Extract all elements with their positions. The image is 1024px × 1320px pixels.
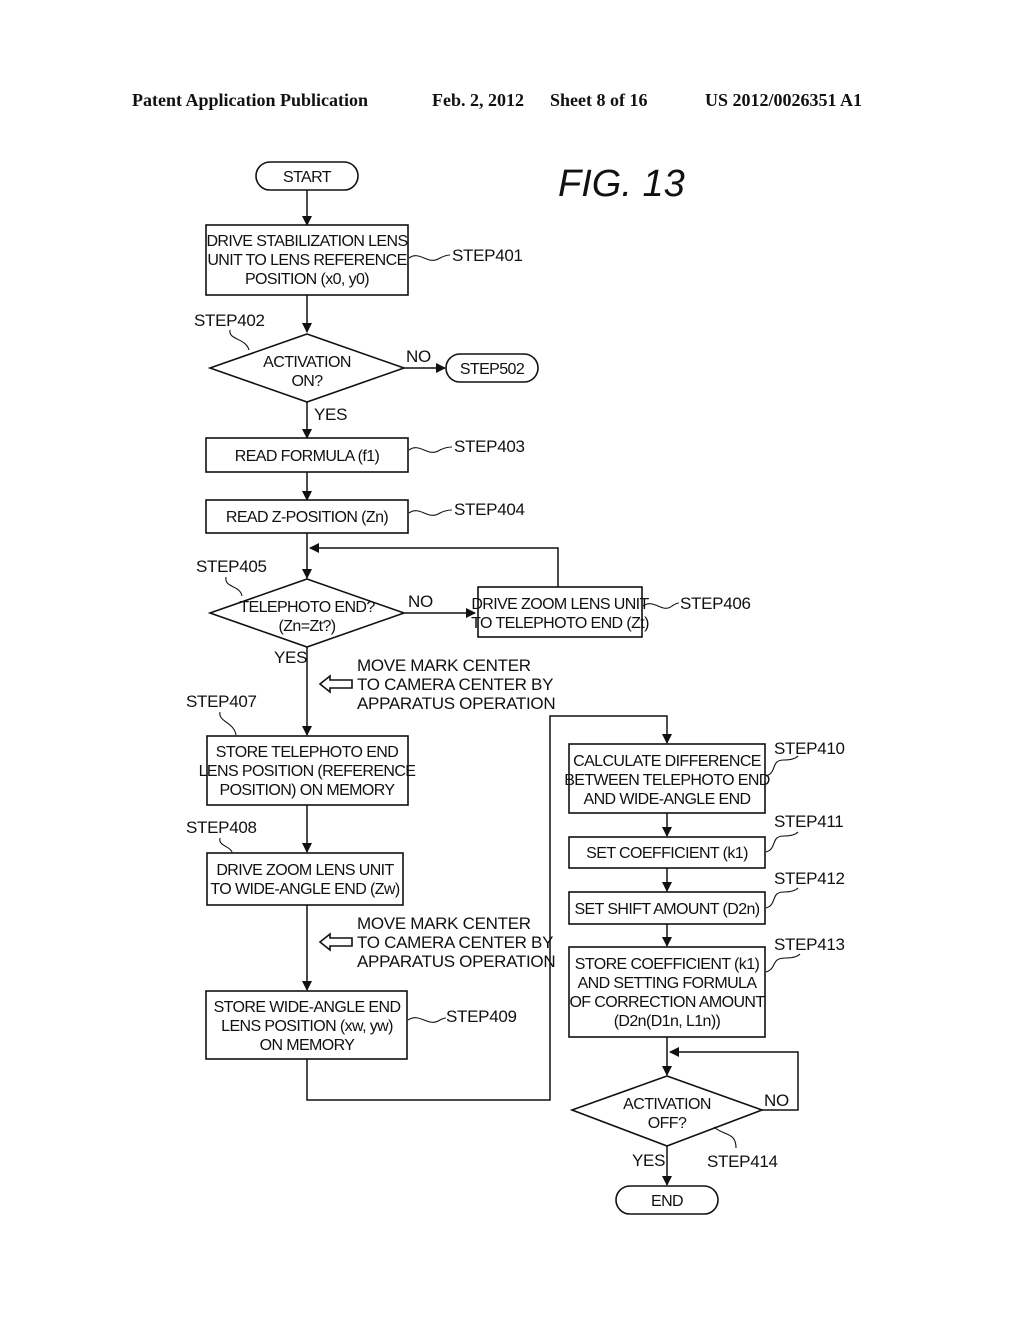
node-start: START bbox=[255, 161, 359, 191]
node-step411: SET COEFFICIENT (k1) bbox=[568, 836, 766, 869]
node-step404-text: READ Z-POSITION (Zn) bbox=[226, 509, 388, 526]
node-step411-text: SET COEFFICIENT (k1) bbox=[586, 845, 748, 862]
node-step412-text: SET SHIFT AMOUNT (D2n) bbox=[574, 901, 759, 918]
leader-step407 bbox=[219, 711, 237, 736]
note-2-line3: APPARATUS OPERATION bbox=[357, 952, 555, 971]
label-step408: STEP408 bbox=[186, 818, 257, 837]
node-step408-line2: TO WIDE-ANGLE END (Zw) bbox=[210, 881, 399, 898]
flowchart: FIG. 13 START DRIVE STABILIZATION LENS U… bbox=[186, 161, 845, 1215]
label-step405: STEP405 bbox=[196, 557, 267, 576]
branch-label-s402-yes: YES bbox=[314, 405, 347, 424]
leader-step413 bbox=[765, 953, 801, 973]
label-step406: STEP406 bbox=[680, 594, 751, 613]
node-step402-line2: ON? bbox=[291, 373, 323, 390]
hollow-arrow-left-icon bbox=[318, 674, 353, 694]
figure-title: FIG. 13 bbox=[558, 163, 685, 205]
node-step410-line3: AND WIDE-ANGLE END bbox=[584, 791, 751, 808]
node-step405-line1: TELEPHOTO END? bbox=[239, 599, 375, 616]
branch-label-s402-no: NO bbox=[406, 347, 431, 366]
note-2: MOVE MARK CENTER TO CAMERA CENTER BY APP… bbox=[318, 914, 556, 971]
node-step404: READ Z-POSITION (Zn) bbox=[205, 499, 409, 534]
label-step409: STEP409 bbox=[446, 1007, 517, 1026]
node-step414-line1: ACTIVATION bbox=[623, 1096, 711, 1113]
node-step413-line4: (D2n(D1n, L1n)) bbox=[614, 1013, 721, 1030]
node-step403: READ FORMULA (f1) bbox=[205, 437, 409, 473]
node-step401-line1: DRIVE STABILIZATION LENS bbox=[206, 233, 407, 250]
node-step407-line3: POSITION) ON MEMORY bbox=[220, 782, 396, 799]
leader-step403 bbox=[408, 446, 453, 453]
node-step407-line1: STORE TELEPHOTO END bbox=[216, 744, 398, 761]
leader-step411 bbox=[765, 831, 799, 853]
leader-step409 bbox=[407, 1017, 447, 1023]
note-1: MOVE MARK CENTER TO CAMERA CENTER BY APP… bbox=[318, 656, 556, 713]
node-step406: DRIVE ZOOM LENS UNIT TO TELEPHOTO END (Z… bbox=[471, 586, 650, 638]
node-step413-line1: STORE COEFFICIENT (k1) bbox=[575, 956, 760, 973]
node-step408-line1: DRIVE ZOOM LENS UNIT bbox=[216, 862, 394, 879]
label-step410: STEP410 bbox=[774, 739, 845, 758]
note-1-line2: TO CAMERA CENTER BY bbox=[357, 675, 553, 694]
node-step402-line1: ACTIVATION bbox=[263, 354, 351, 371]
node-end-text: END bbox=[651, 1193, 683, 1210]
node-step412: SET SHIFT AMOUNT (D2n) bbox=[568, 891, 766, 925]
node-end: END bbox=[615, 1185, 719, 1215]
label-step411: STEP411 bbox=[774, 812, 843, 831]
note-2-line2: TO CAMERA CENTER BY bbox=[357, 933, 553, 952]
edge-s406-s405-loop bbox=[309, 543, 559, 587]
node-step414-line2: OFF? bbox=[648, 1115, 687, 1132]
node-step410-line2: BETWEEN TELEPHOTO END bbox=[564, 772, 770, 789]
patent-drawing-sheet: Patent Application Publication Feb. 2, 2… bbox=[0, 0, 1024, 1320]
leader-step405 bbox=[225, 576, 243, 597]
node-step407-line2: LENS POSITION (REFERENCE bbox=[199, 763, 416, 780]
node-step405: TELEPHOTO END? (Zn=Zt?) bbox=[207, 578, 407, 648]
leader-step410 bbox=[765, 755, 799, 777]
node-step410: CALCULATE DIFFERENCE BETWEEN TELEPHOTO E… bbox=[564, 743, 770, 814]
leader-step402 bbox=[229, 329, 250, 351]
note-2-line1: MOVE MARK CENTER bbox=[357, 914, 531, 933]
node-step402: ACTIVATION ON? bbox=[207, 333, 407, 403]
node-step401-line3: POSITION (x0, y0) bbox=[245, 271, 369, 288]
node-step409-line1: STORE WIDE-ANGLE END bbox=[214, 999, 401, 1016]
note-1-line3: APPARATUS OPERATION bbox=[357, 694, 555, 713]
node-step502: STEP502 bbox=[445, 353, 539, 383]
hollow-arrow-left-icon bbox=[318, 932, 353, 952]
leader-step408 bbox=[219, 837, 233, 853]
node-step410-line1: CALCULATE DIFFERENCE bbox=[573, 753, 761, 770]
label-step412: STEP412 bbox=[774, 869, 845, 888]
branch-label-s414-yes: YES bbox=[632, 1151, 665, 1170]
node-step403-text: READ FORMULA (f1) bbox=[235, 448, 380, 465]
branch-label-s414-no: NO bbox=[764, 1091, 789, 1110]
node-step405-line2: (Zn=Zt?) bbox=[279, 618, 336, 635]
leader-step412 bbox=[765, 887, 799, 909]
node-step413-line3: OF CORRECTION AMOUNT bbox=[569, 994, 765, 1011]
node-step413-line2: AND SETTING FORMULA bbox=[578, 975, 758, 992]
node-step502-text: STEP502 bbox=[460, 361, 525, 378]
node-step401: DRIVE STABILIZATION LENS UNIT TO LENS RE… bbox=[205, 224, 409, 296]
leader-step401 bbox=[408, 254, 451, 261]
label-step402: STEP402 bbox=[194, 311, 265, 330]
leader-step414 bbox=[713, 1126, 737, 1149]
branch-label-s405-no: NO bbox=[408, 592, 433, 611]
node-step401-line2: UNIT TO LENS REFERENCE bbox=[207, 252, 406, 269]
label-step403: STEP403 bbox=[454, 437, 525, 456]
node-step406-line1: DRIVE ZOOM LENS UNIT bbox=[471, 596, 649, 613]
label-step413: STEP413 bbox=[774, 935, 845, 954]
node-step406-line2: TO TELEPHOTO END (Zt) bbox=[471, 615, 649, 632]
node-step409-line2: LENS POSITION (xw, yw) bbox=[221, 1018, 393, 1035]
label-step401: STEP401 bbox=[452, 246, 523, 265]
leader-step404 bbox=[408, 509, 453, 516]
label-step404: STEP404 bbox=[454, 500, 525, 519]
node-step408: DRIVE ZOOM LENS UNIT TO WIDE-ANGLE END (… bbox=[206, 852, 404, 906]
node-step407: STORE TELEPHOTO END LENS POSITION (REFER… bbox=[199, 735, 416, 806]
label-step407: STEP407 bbox=[186, 692, 257, 711]
node-step413: STORE COEFFICIENT (k1) AND SETTING FORMU… bbox=[568, 946, 766, 1038]
node-step409-line3: ON MEMORY bbox=[260, 1037, 356, 1054]
branch-label-s405-yes: YES bbox=[274, 648, 307, 667]
node-step414: ACTIVATION OFF? bbox=[569, 1075, 765, 1147]
label-step414: STEP414 bbox=[707, 1152, 778, 1171]
note-1-line1: MOVE MARK CENTER bbox=[357, 656, 531, 675]
node-start-text: START bbox=[283, 169, 332, 186]
node-step409: STORE WIDE-ANGLE END LENS POSITION (xw, … bbox=[205, 990, 408, 1060]
